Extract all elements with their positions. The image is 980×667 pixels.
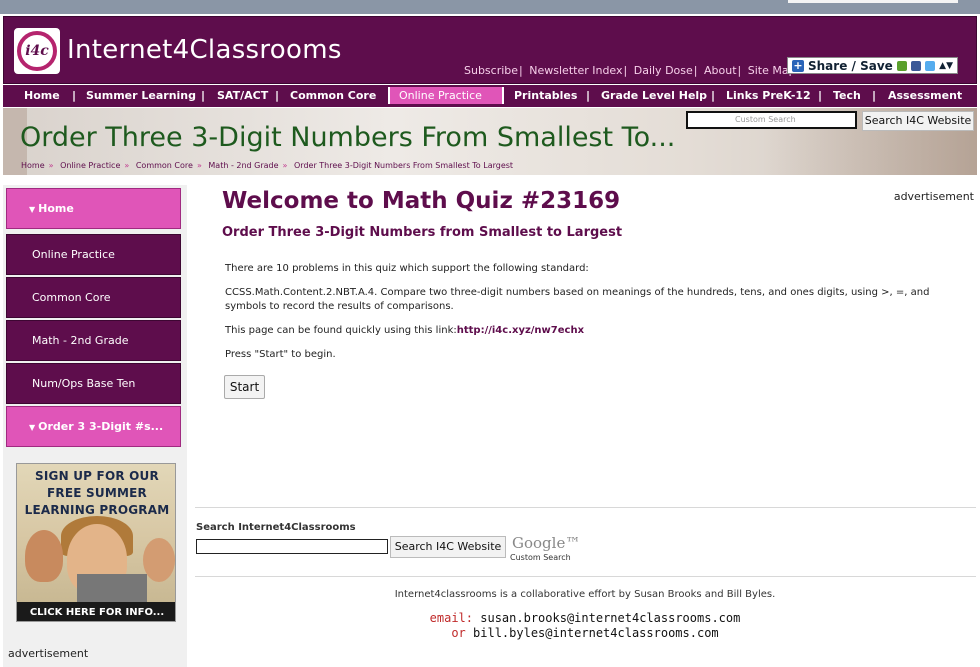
promo-photo-laptop (77, 574, 147, 602)
nav-home[interactable]: Home (24, 89, 60, 102)
footer-email-1: email: susan.brooks@internet4classrooms.… (190, 611, 980, 625)
daily-dose-link[interactable]: Daily Dose (634, 64, 693, 77)
short-link-prefix: This page can be found quickly using thi… (225, 325, 457, 336)
quiz-intro: There are 10 problems in this quiz which… (225, 263, 589, 274)
twitter-icon (924, 60, 935, 71)
sidebar: ▼ Home Online Practice Common Core Math -… (3, 185, 187, 667)
nav-online-practice[interactable]: Online Practice (388, 87, 504, 104)
chevron-down-icon: ▼ (29, 423, 36, 432)
quiz-subtitle: Order Three 3-Digit Numbers from Smalles… (222, 225, 623, 240)
banner-search-placeholder: Custom Search (735, 115, 796, 124)
standard-line-2: symbols to record the results of compari… (225, 301, 454, 312)
nav-tech[interactable]: Tech (833, 89, 861, 102)
sidebar-item-label: Math - 2nd Grade (32, 334, 129, 347)
footer-email-2: or bill.byles@internet4classrooms.com (190, 626, 980, 640)
sidebar-item-label: Num/Ops Base Ten (32, 377, 136, 390)
nav-summer-learning[interactable]: Summer Learning (86, 89, 196, 102)
email-label: email: (429, 611, 474, 625)
google-custom-search-label: Custom Search (510, 553, 571, 562)
sidebar-item-home[interactable]: ▼ Home (6, 188, 181, 229)
divider (195, 507, 976, 508)
newsletter-index-link[interactable]: Newsletter Index (529, 64, 622, 77)
share-save-button[interactable]: + Share / Save ▲▼ (787, 57, 958, 74)
breadcrumb-current: Order Three 3-Digit Numbers From Smalles… (294, 161, 514, 170)
promo-cta[interactable]: CLICK HERE FOR INFO... (17, 602, 175, 621)
nav-common-core[interactable]: Common Core (290, 89, 376, 102)
logo-mark: i4c (17, 31, 57, 71)
breadcrumb-home[interactable]: Home (21, 161, 45, 170)
banner-search-input[interactable]: Custom Search (686, 111, 857, 129)
quiz-title: Welcome to Math Quiz #23169 (222, 188, 621, 214)
promo-photo-child (143, 538, 175, 582)
share-icon (896, 60, 907, 71)
sidebar-item-num-ops-base-ten[interactable]: Num/Ops Base Ten (6, 363, 181, 404)
main-nav: Home | Summer Learning | SAT/ACT | Commo… (3, 85, 977, 107)
sidebar-ad-label: advertisement (8, 647, 89, 660)
sidebar-item-label: Online Practice (32, 248, 115, 261)
top-search-field[interactable] (788, 0, 958, 3)
header-links: Subscribe| Newsletter Index| Daily Dose|… (464, 64, 796, 77)
sidebar-item-common-core[interactable]: Common Core (6, 277, 181, 318)
banner-search-button[interactable]: Search I4C Website (862, 111, 974, 131)
nav-sat-act[interactable]: SAT/ACT (217, 89, 268, 102)
divider (195, 576, 976, 577)
start-button[interactable]: Start (224, 375, 265, 399)
promo-photo-boy (25, 530, 63, 582)
nav-assessment[interactable]: Assessment (888, 89, 962, 102)
site-search-button[interactable]: Search I4C Website (390, 536, 506, 558)
sidebar-item-online-practice[interactable]: Online Practice (6, 234, 181, 275)
sidebar-item-math-2nd-grade[interactable]: Math - 2nd Grade (6, 320, 181, 361)
short-link-text: This page can be found quickly using thi… (225, 325, 584, 336)
plus-icon: + (792, 58, 804, 72)
breadcrumb-common-core[interactable]: Common Core (136, 161, 193, 170)
site-search-input[interactable] (196, 539, 388, 554)
promo-line-2: FREE SUMMER (47, 486, 147, 500)
site-logo-text[interactable]: Internet4Classrooms (67, 35, 342, 65)
summer-learning-promo[interactable]: SIGN UP FOR OUR FREE SUMMER LEARNING PRO… (16, 463, 176, 622)
footer-credit: Internet4classrooms is a collaborative e… (394, 589, 776, 600)
chevron-updown-icon: ▲▼ (939, 60, 953, 71)
nav-links-prek-12[interactable]: Links PreK-12 (726, 89, 811, 102)
site-search-heading: Search Internet4Classrooms (196, 522, 356, 533)
nav-printables[interactable]: Printables (514, 89, 577, 102)
page-title: Order Three 3-Digit Numbers From Smalles… (20, 122, 676, 153)
sidebar-item-label: Order 3 3-Digit #s... (38, 420, 164, 433)
sidebar-item-current-quiz[interactable]: ▼ Order 3 3-Digit #s... (6, 406, 181, 447)
promo-line-1: SIGN UP FOR OUR (35, 469, 159, 483)
about-link[interactable]: About (704, 64, 737, 77)
i4c-logo[interactable]: i4c (12, 26, 62, 76)
google-logo: Google™ (512, 534, 581, 552)
nav-grade-level-help[interactable]: Grade Level Help (601, 89, 707, 102)
standard-line-1: CCSS.Math.Content.2.NBT.A.4. Compare two… (225, 287, 930, 298)
email-link-susan[interactable]: susan.brooks@internet4classrooms.com (480, 611, 740, 625)
share-save-label: Share / Save (808, 58, 893, 73)
or-label: or (451, 626, 466, 640)
breadcrumb-online-practice[interactable]: Online Practice (60, 161, 120, 170)
promo-line-3: LEARNING PROGRAM (24, 503, 170, 517)
main-ad-label: advertisement (893, 190, 974, 203)
breadcrumb: Home» Online Practice» Common Core» Math… (21, 161, 514, 170)
facebook-icon (910, 60, 921, 71)
site-header: i4c Internet4Classrooms Subscribe| Newsl… (3, 16, 977, 84)
sidebar-item-label: Common Core (32, 291, 111, 304)
email-link-bill[interactable]: bill.byles@internet4classrooms.com (473, 626, 719, 640)
main-content: advertisement Welcome to Math Quiz #2316… (190, 185, 980, 667)
short-link[interactable]: http://i4c.xyz/nw7echx (457, 325, 584, 336)
browser-top-strip (0, 0, 980, 14)
breadcrumb-math-2nd-grade[interactable]: Math - 2nd Grade (208, 161, 278, 170)
chevron-down-icon: ▼ (29, 205, 36, 214)
instruction-text: Press "Start" to begin. (225, 349, 336, 360)
subscribe-link[interactable]: Subscribe (464, 64, 518, 77)
sidebar-item-label: Home (38, 202, 74, 215)
page-banner: Order Three 3-Digit Numbers From Smalles… (3, 108, 977, 175)
